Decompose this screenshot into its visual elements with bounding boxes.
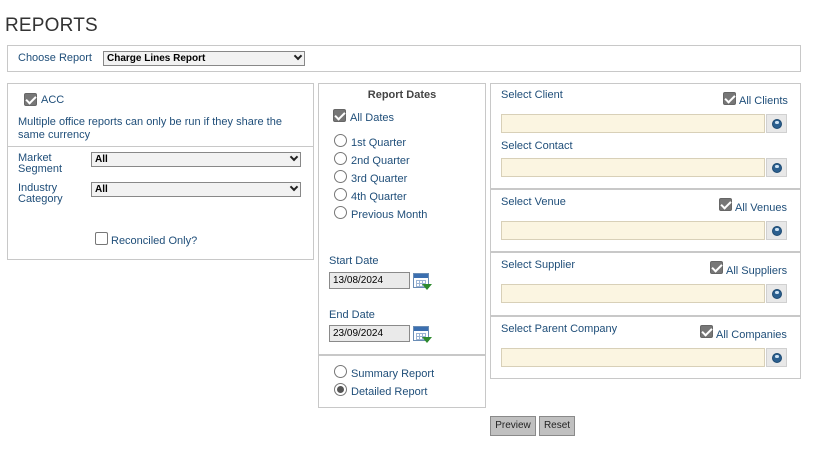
choose-report-value: Charge Lines Report [107, 53, 206, 64]
chevron-down-icon [289, 182, 299, 192]
calendar-icon[interactable] [413, 273, 432, 290]
all-clients-label: All Clients [739, 95, 788, 107]
reconciled-checkbox[interactable] [95, 232, 108, 245]
all-dates-label: All Dates [350, 112, 395, 124]
q1-label: 1st Quarter [351, 137, 407, 149]
contact-input[interactable] [501, 158, 765, 177]
parent-company-lookup-button[interactable] [766, 348, 787, 367]
q2-radio[interactable] [334, 152, 347, 165]
all-clients-checkbox[interactable] [723, 92, 736, 105]
q4-label: 4th Quarter [351, 191, 407, 203]
q4-radio[interactable] [334, 188, 347, 201]
venue-lookup-button[interactable] [766, 221, 787, 240]
previous-month-label: Previous Month [351, 209, 428, 221]
divider [8, 146, 313, 147]
industry-category-label-line2: Category [18, 193, 63, 205]
industry-category-value: All [95, 184, 108, 195]
q1-radio[interactable] [334, 134, 347, 147]
globe-icon [772, 289, 782, 299]
market-segment-label-line2: Segment [18, 163, 63, 175]
select-venue-label: Select Venue [501, 196, 566, 208]
all-suppliers-checkbox[interactable] [710, 261, 723, 274]
detailed-report-radio[interactable] [334, 383, 347, 396]
acc-checkbox[interactable] [24, 93, 37, 106]
venue-input[interactable] [501, 221, 765, 240]
contact-lookup-button[interactable] [766, 158, 787, 177]
select-parent-company-label: Select Parent Company [501, 323, 618, 335]
report-dates-heading: Report Dates [367, 89, 437, 101]
globe-icon [772, 119, 782, 129]
summary-report-label: Summary Report [351, 368, 435, 380]
supplier-input[interactable] [501, 284, 765, 303]
all-venues-checkbox[interactable] [719, 198, 732, 211]
detailed-report-label: Detailed Report [351, 386, 428, 398]
currency-notice: Multiple office reports can only be run … [18, 116, 282, 141]
end-date-field[interactable]: 23/09/2024 [329, 325, 410, 342]
industry-category-label: Industry Category [18, 183, 63, 205]
client-input[interactable] [501, 114, 765, 133]
all-venues-label: All Venues [735, 202, 787, 214]
divider [491, 251, 800, 253]
preview-button[interactable]: Preview [490, 416, 536, 436]
select-supplier-label: Select Supplier [501, 259, 575, 271]
q3-radio[interactable] [334, 170, 347, 183]
market-segment-select[interactable]: All [91, 152, 301, 167]
globe-icon [772, 226, 782, 236]
choose-report-bar: Choose Report Charge Lines Report [7, 45, 801, 72]
summary-report-radio[interactable] [334, 365, 347, 378]
previous-month-radio[interactable] [334, 206, 347, 219]
supplier-lookup-button[interactable] [766, 284, 787, 303]
start-date-label: Start Date [329, 255, 379, 267]
market-segment-label: Market Segment [18, 153, 62, 175]
all-suppliers-label: All Suppliers [726, 265, 788, 277]
start-date-field[interactable]: 13/08/2024 [329, 272, 410, 289]
all-companies-checkbox[interactable] [700, 325, 713, 338]
all-companies-label: All Companies [716, 329, 787, 341]
divider [491, 188, 800, 190]
q3-label: 3rd Quarter [351, 173, 408, 185]
options-panel: ACC Multiple office reports can only be … [7, 83, 314, 260]
choose-report-label: Choose Report [18, 52, 92, 64]
page-title: REPORTS [5, 15, 98, 36]
parent-company-input[interactable] [501, 348, 765, 367]
globe-icon [772, 163, 782, 173]
select-client-label: Select Client [501, 89, 563, 101]
select-contact-label: Select Contact [501, 140, 573, 152]
client-lookup-button[interactable] [766, 114, 787, 133]
reconciled-label: Reconciled Only? [111, 235, 198, 247]
choose-report-select[interactable]: Charge Lines Report [103, 51, 305, 66]
q2-label: 2nd Quarter [351, 155, 410, 167]
filters-panel: Select Client All Clients Select Contact… [490, 83, 801, 379]
globe-icon [772, 353, 782, 363]
industry-category-select[interactable]: All [91, 182, 301, 197]
report-dates-panel: Report Dates All Dates 1st Quarter 2nd Q… [318, 83, 486, 408]
all-dates-checkbox[interactable] [333, 109, 346, 122]
divider [491, 315, 800, 317]
acc-label: ACC [41, 94, 65, 106]
divider [319, 354, 485, 356]
calendar-icon[interactable] [413, 326, 432, 343]
end-date-label: End Date [329, 309, 375, 321]
chevron-down-icon [293, 51, 303, 61]
market-segment-value: All [95, 154, 108, 165]
reset-button[interactable]: Reset [539, 416, 575, 436]
chevron-down-icon [289, 152, 299, 162]
